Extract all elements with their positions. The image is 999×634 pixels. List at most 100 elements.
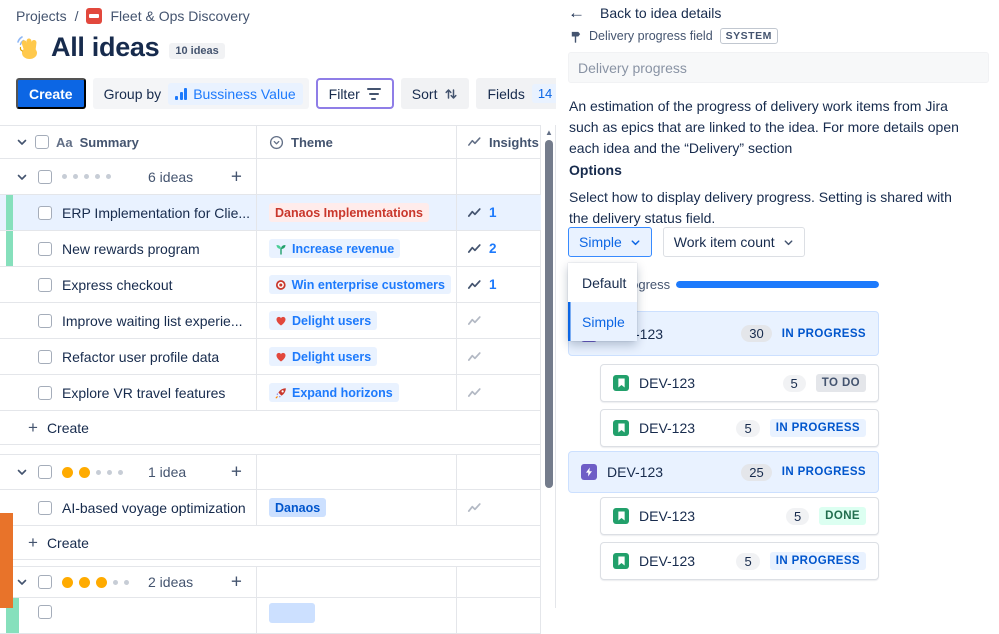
insights-count[interactable]: 1 [489,277,497,292]
table-header-row: Aa Summary Theme Insights [0,125,540,159]
group-chevron-icon[interactable] [16,171,28,183]
theme-badge[interactable]: Expand horizons [269,383,399,402]
group-header[interactable]: 6 ideas + [0,159,540,195]
preview-card-story: DEV-123 5 DONE [600,497,879,535]
table-row[interactable]: Refactor user profile data Delight users [0,339,540,375]
table-row[interactable]: AI-based voyage optimization Danaos [0,490,540,526]
row-checkbox[interactable] [38,500,52,515]
recent-activity-indicator [6,231,13,266]
idea-title[interactable]: AI-based voyage optimization [62,500,246,516]
create-button[interactable]: Create [16,78,86,109]
insights-trend-icon [468,137,481,146]
rating-dot [113,579,118,585]
rating-dot [96,469,101,475]
system-badge: SYSTEM [719,28,778,44]
options-controls: Simple Work item count [568,227,805,257]
insights-count[interactable]: 2 [489,241,497,256]
insights-trend-icon-empty [467,502,481,512]
plus-icon: + [28,418,38,437]
theme-badge[interactable]: Delight users [269,311,378,330]
filter-button[interactable]: Filter [315,78,394,109]
table-row[interactable]: New rewards program Increase revenue 2 [0,231,540,267]
group-by-value-chip[interactable]: Bussiness Value [168,82,303,105]
menu-item-default[interactable]: Default [568,263,637,302]
idea-title[interactable]: Explore VR travel features [62,385,225,401]
breadcrumb: Projects / Fleet & Ops Discovery [16,8,250,24]
menu-item-simple[interactable]: Simple [568,302,637,341]
create-idea-row[interactable]: + Create [0,526,540,560]
row-checkbox[interactable] [38,313,52,328]
group-add-button[interactable]: + [231,167,242,186]
group-checkbox[interactable] [38,169,52,184]
rating-dot [84,174,89,179]
plus-icon: + [28,533,38,552]
create-row-label: Create [46,419,89,436]
column-header-theme[interactable]: Theme [291,135,333,150]
group-header[interactable]: 2 ideas + [0,566,540,598]
group-by-button[interactable]: Group by Bussiness Value [92,78,309,109]
view-toolbar: Create Group by Bussiness Value Filter S… [16,78,610,109]
column-header-insights[interactable]: Insights [489,135,539,150]
row-checkbox[interactable] [38,241,52,256]
rating-dots [62,466,138,478]
preview-card-epic: DEV-123 25 IN PROGRESS [568,451,879,493]
theme-badge[interactable]: Increase revenue [269,239,401,258]
table-scrollbar[interactable]: ▲ [542,125,556,608]
create-idea-row[interactable]: + Create [0,411,540,445]
group-checkbox[interactable] [38,465,52,479]
idea-title[interactable]: Express checkout [62,277,173,293]
group-by-label: Group by [103,85,162,102]
breadcrumb-project-link[interactable]: Fleet & Ops Discovery [110,8,249,24]
table-row-partial[interactable] [0,598,540,634]
back-to-idea-details-link[interactable]: ← Back to idea details [568,3,721,23]
delivery-progress-bar-fill [676,281,879,288]
filter-icon [366,87,381,100]
table-row[interactable]: Express checkout Win enterprise customer… [0,267,540,303]
group-add-button[interactable]: + [231,463,242,482]
count-mode-dropdown[interactable]: Work item count [662,227,805,257]
group-add-button[interactable]: + [231,573,242,592]
theme-badge[interactable]: Win enterprise customers [269,275,451,294]
issue-count-badge: 5 [785,507,810,525]
insights-count[interactable]: 1 [489,205,497,220]
idea-title[interactable]: Refactor user profile data [62,349,219,365]
rocket-icon [275,387,286,398]
scrollbar-up-arrow[interactable]: ▲ [542,128,556,137]
display-style-dropdown[interactable]: Simple [568,227,652,257]
row-checkbox[interactable] [38,349,52,364]
breadcrumb-projects-link[interactable]: Projects [16,8,67,24]
row-checkbox[interactable] [38,205,52,220]
table-row[interactable]: Improve waiting list experie... Delight … [0,303,540,339]
rating-dots [62,576,138,588]
collapse-all-chevron-icon[interactable] [16,136,28,148]
scrollbar-thumb[interactable] [545,140,553,488]
theme-badge[interactable]: Delight users [269,347,378,366]
status-badge: IN PROGRESS [769,552,866,570]
group-chevron-icon[interactable] [16,576,28,588]
status-badge: TO DO [815,374,866,392]
theme-badge[interactable]: Danaos Implementations [269,203,429,222]
select-all-checkbox[interactable] [35,135,49,149]
column-header-summary[interactable]: Summary [80,135,139,150]
sort-button[interactable]: Sort [400,78,470,109]
display-style-menu: Default Simple [568,263,637,341]
theme-badge[interactable] [269,603,315,623]
back-arrow-icon: ← [568,3,585,22]
idea-title[interactable]: New rewards program [62,241,200,257]
group-header[interactable]: 1 idea + [0,454,540,490]
field-name-input[interactable] [568,52,989,83]
idea-title[interactable]: Improve waiting list experie... [62,313,243,329]
theme-badge[interactable]: Danaos [269,498,327,517]
group-gap [0,445,540,454]
table-row[interactable]: ERP Implementation for Clie... Danaos Im… [0,195,541,231]
group-checkbox[interactable] [38,575,52,589]
group-by-value: Bussiness Value [193,85,296,102]
table-row[interactable]: Explore VR travel features Expand horizo… [0,375,540,411]
text-field-type-icon: Aa [56,134,73,150]
group-chevron-icon[interactable] [16,466,28,478]
idea-title[interactable]: ERP Implementation for Clie... [62,205,250,221]
row-checkbox[interactable] [38,277,52,292]
row-checkbox[interactable] [38,605,52,619]
row-checkbox[interactable] [38,385,52,400]
insights-trend-icon-empty [467,315,481,325]
